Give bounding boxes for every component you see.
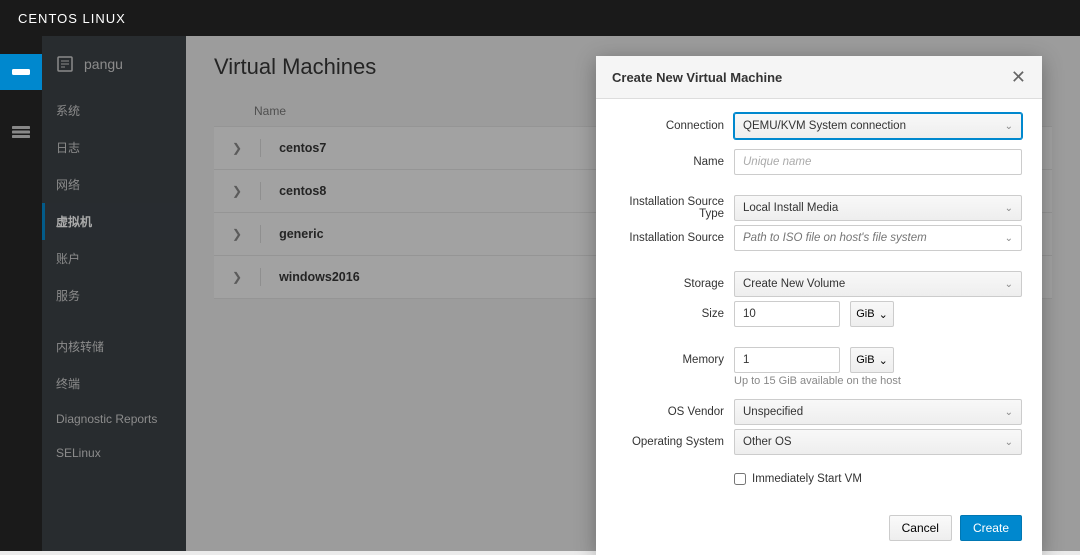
name-input[interactable] — [734, 149, 1022, 175]
immediately-start-checkbox[interactable] — [734, 473, 746, 485]
chevron-down-icon: ⌄ — [1005, 233, 1013, 244]
chevron-down-icon: ⌄ — [1005, 121, 1013, 132]
modal-title: Create New Virtual Machine — [612, 70, 782, 85]
connection-select[interactable]: QEMU/KVM System connection ⌄ — [734, 113, 1022, 139]
label-install-type: Installation Source Type — [616, 196, 724, 220]
memory-hint: Up to 15 GiB available on the host — [734, 375, 1022, 387]
label-size: Size — [616, 308, 724, 320]
create-button[interactable]: Create — [960, 515, 1022, 541]
chevron-down-icon: ⌄ — [879, 354, 888, 367]
label-name: Name — [616, 156, 724, 168]
memory-input[interactable] — [734, 347, 840, 373]
memory-unit-select[interactable]: GiB ⌄ — [850, 347, 894, 373]
label-os: Operating System — [616, 436, 724, 448]
storage-select[interactable]: Create New Volume ⌄ — [734, 271, 1022, 297]
size-input[interactable] — [734, 301, 840, 327]
size-unit-select[interactable]: GiB ⌄ — [850, 301, 894, 327]
os-vendor-select[interactable]: Unspecified ⌄ — [734, 399, 1022, 425]
label-os-vendor: OS Vendor — [616, 406, 724, 418]
label-storage: Storage — [616, 278, 724, 290]
host-column — [0, 36, 42, 551]
chevron-down-icon: ⌄ — [1005, 279, 1013, 290]
chevron-down-icon: ⌄ — [1005, 203, 1013, 214]
label-memory: Memory — [616, 354, 724, 366]
create-vm-modal: Create New Virtual Machine ✕ Connection … — [596, 56, 1042, 555]
immediately-start-label: Immediately Start VM — [752, 473, 862, 485]
topbar-title: CENTOS LINUX — [18, 11, 126, 26]
chevron-down-icon: ⌄ — [1005, 407, 1013, 418]
close-icon[interactable]: ✕ — [1011, 68, 1026, 86]
cancel-button[interactable]: Cancel — [889, 515, 952, 541]
install-source-select[interactable]: ⌄ — [734, 225, 1022, 251]
install-type-select[interactable]: Local Install Media ⌄ — [734, 195, 1022, 221]
topbar: CENTOS LINUX — [0, 0, 1080, 36]
label-connection: Connection — [616, 120, 724, 132]
chevron-down-icon: ⌄ — [879, 308, 888, 321]
chevron-down-icon: ⌄ — [1005, 437, 1013, 448]
label-install-src: Installation Source — [616, 232, 724, 244]
install-source-input[interactable] — [743, 232, 1005, 244]
host-item-dashboard[interactable] — [0, 54, 42, 90]
host-item-other[interactable] — [0, 114, 42, 150]
os-select[interactable]: Other OS ⌄ — [734, 429, 1022, 455]
